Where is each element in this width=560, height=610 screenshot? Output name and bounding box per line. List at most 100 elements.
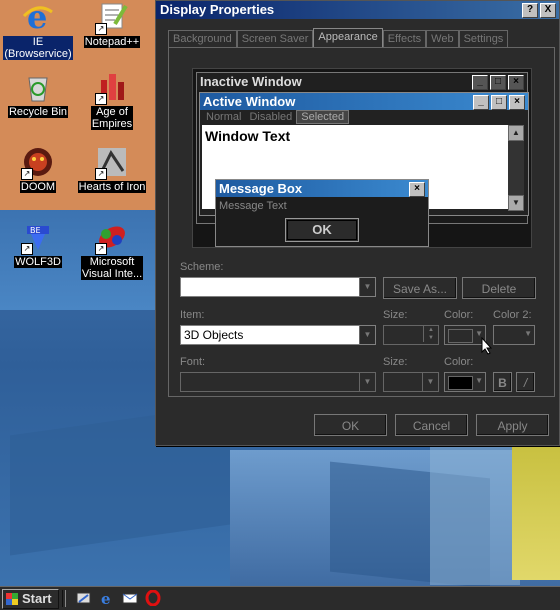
item-color-label: Color: — [444, 309, 474, 321]
desktop-icon-wolf3d[interactable]: BE ↗ WOLF3D — [0, 220, 76, 268]
shortcut-arrow-icon: ↗ — [95, 168, 107, 180]
ok-button[interactable]: OK — [314, 414, 387, 436]
save-as-button[interactable]: Save As... — [383, 277, 457, 299]
cancel-button[interactable]: Cancel — [395, 414, 468, 436]
minimize-icon: _ — [472, 75, 488, 90]
font-size-label: Size: — [383, 356, 408, 368]
internet-explorer-icon: e — [21, 0, 55, 36]
item-value: 3D Objects — [184, 328, 244, 342]
preview-message-title: Message Box — [219, 181, 303, 196]
minimize-icon: _ — [473, 95, 489, 110]
chevron-down-icon: ▼ — [359, 326, 375, 344]
preview-message-text: Message Text — [219, 200, 287, 212]
icon-label-line: IE — [32, 36, 44, 48]
internet-explorer-icon[interactable]: e — [99, 590, 115, 608]
chevron-down-icon: ▼ — [359, 278, 375, 296]
preview-active-title: Active Window — [203, 94, 296, 109]
preview-message-box[interactable]: Message Box × Message Text OK — [215, 179, 429, 247]
item-color2-button[interactable]: ▼ — [493, 325, 535, 345]
color-swatch — [448, 376, 473, 390]
shortcut-arrow-icon: ↗ — [95, 23, 107, 35]
help-button[interactable]: ? — [522, 3, 538, 18]
icon-label: Recycle Bin — [7, 106, 69, 118]
item-label: Item: — [180, 309, 205, 321]
shortcut-arrow-icon: ↗ — [21, 243, 33, 255]
desktop-icon-recycle-bin[interactable]: Recycle Bin — [0, 70, 76, 118]
icon-label: WOLF3D — [14, 256, 62, 268]
tab-appearance[interactable]: Appearance — [313, 28, 383, 48]
apply-button[interactable]: Apply — [476, 414, 549, 436]
maximize-icon: □ — [490, 75, 506, 90]
font-color-button[interactable]: ▼ — [444, 372, 486, 392]
outlook-express-icon[interactable] — [122, 590, 138, 606]
tab-background[interactable]: Background — [168, 30, 237, 47]
maximize-icon: □ — [491, 95, 507, 110]
tab-screen-saver[interactable]: Screen Saver — [236, 30, 314, 47]
appearance-preview[interactable]: Inactive Window _ □ × Active Window _ □ … — [192, 68, 532, 248]
notepad-plus-plus-icon: ↗ — [95, 0, 129, 35]
spin-up-icon: ▲ — [428, 327, 434, 333]
font-color-label: Color: — [444, 356, 474, 368]
desktop-icon-hearts-of-iron[interactable]: ↗ Hearts of Iron — [74, 145, 150, 193]
scroll-down-icon: ▼ — [508, 195, 524, 211]
dialog-titlebar[interactable]: Display Properties ? X — [156, 1, 559, 19]
preview-inactive-title: Inactive Window — [200, 74, 302, 89]
chevron-down-icon: ▼ — [422, 373, 438, 391]
preview-ok-button[interactable]: OK — [285, 218, 359, 242]
desktop-icon-visual-interdev[interactable]: ↗ Microsoft Visual Inte... — [74, 220, 150, 280]
tab-settings[interactable]: Settings — [458, 30, 509, 47]
start-label: Start — [22, 591, 52, 606]
icon-label-line: (Browservice) — [4, 48, 72, 60]
icon-label: Hearts of Iron — [77, 181, 147, 193]
chevron-down-icon: ▼ — [475, 376, 483, 385]
doom-icon: ↗ — [21, 145, 55, 180]
font-label: Font: — [180, 356, 206, 368]
preview-scrollbar[interactable]: ▲ ▼ — [508, 125, 524, 211]
wallpaper-shape — [430, 445, 520, 585]
icon-label-line: Visual Inte... — [81, 268, 143, 280]
preview-menu-normal[interactable]: Normal — [202, 110, 245, 124]
preview-menu-disabled[interactable]: Disabled — [245, 110, 296, 124]
shortcut-arrow-icon: ↗ — [21, 168, 33, 180]
icon-label-line: Empires — [91, 118, 133, 130]
tab-strip: Background Screen Saver Appearance Effec… — [168, 28, 509, 48]
desktop-icon-age-of-empires[interactable]: ↗ Age of Empires — [74, 70, 150, 130]
close-icon: × — [508, 75, 524, 90]
icon-label: DOOM — [19, 181, 57, 193]
item-size-spinner[interactable]: ▲ ▼ — [383, 325, 439, 345]
font-select[interactable]: ▼ — [180, 372, 376, 392]
icon-label-line: Age of — [96, 106, 128, 118]
desktop-icon-doom[interactable]: ↗ DOOM — [0, 145, 76, 193]
color-swatch — [448, 329, 473, 343]
windows-logo-icon-lower — [6, 599, 18, 605]
font-size-select[interactable]: ▼ — [383, 372, 439, 392]
start-button[interactable]: Start — [2, 589, 59, 609]
item-select[interactable]: 3D Objects ▼ — [180, 325, 376, 345]
preview-menubar: Normal Disabled Selected — [200, 110, 528, 124]
shortcut-arrow-icon: ↗ — [95, 93, 107, 105]
wolf3d-icon: BE ↗ — [21, 220, 55, 255]
close-button[interactable]: X — [540, 3, 556, 18]
tab-effects[interactable]: Effects — [382, 30, 427, 47]
age-of-empires-icon: ↗ — [95, 70, 129, 105]
item-color-button[interactable]: ▼ — [444, 325, 486, 345]
opera-icon[interactable] — [145, 589, 161, 607]
bold-button[interactable]: B — [493, 372, 512, 392]
scroll-up-icon: ▲ — [508, 125, 524, 141]
desktop-icon-ie[interactable]: e IE (Browservice) — [0, 0, 76, 60]
icon-label: Notepad++ — [83, 36, 141, 48]
desktop-icon-notepad[interactable]: ↗ Notepad++ — [74, 0, 150, 48]
dialog-title: Display Properties — [160, 2, 275, 17]
delete-button[interactable]: Delete — [462, 277, 536, 299]
italic-button[interactable]: / — [516, 372, 535, 392]
close-icon: × — [409, 182, 425, 197]
preview-window-text: Window Text — [205, 128, 291, 144]
svg-text:e: e — [27, 0, 47, 34]
show-desktop-icon[interactable] — [76, 590, 92, 606]
visual-interdev-icon: ↗ — [95, 220, 129, 255]
mouse-cursor-icon — [481, 337, 493, 355]
chevron-down-icon: ▼ — [359, 373, 375, 391]
scheme-select[interactable]: ▼ — [180, 277, 376, 297]
tab-web[interactable]: Web — [426, 30, 459, 47]
preview-menu-selected[interactable]: Selected — [296, 110, 350, 124]
